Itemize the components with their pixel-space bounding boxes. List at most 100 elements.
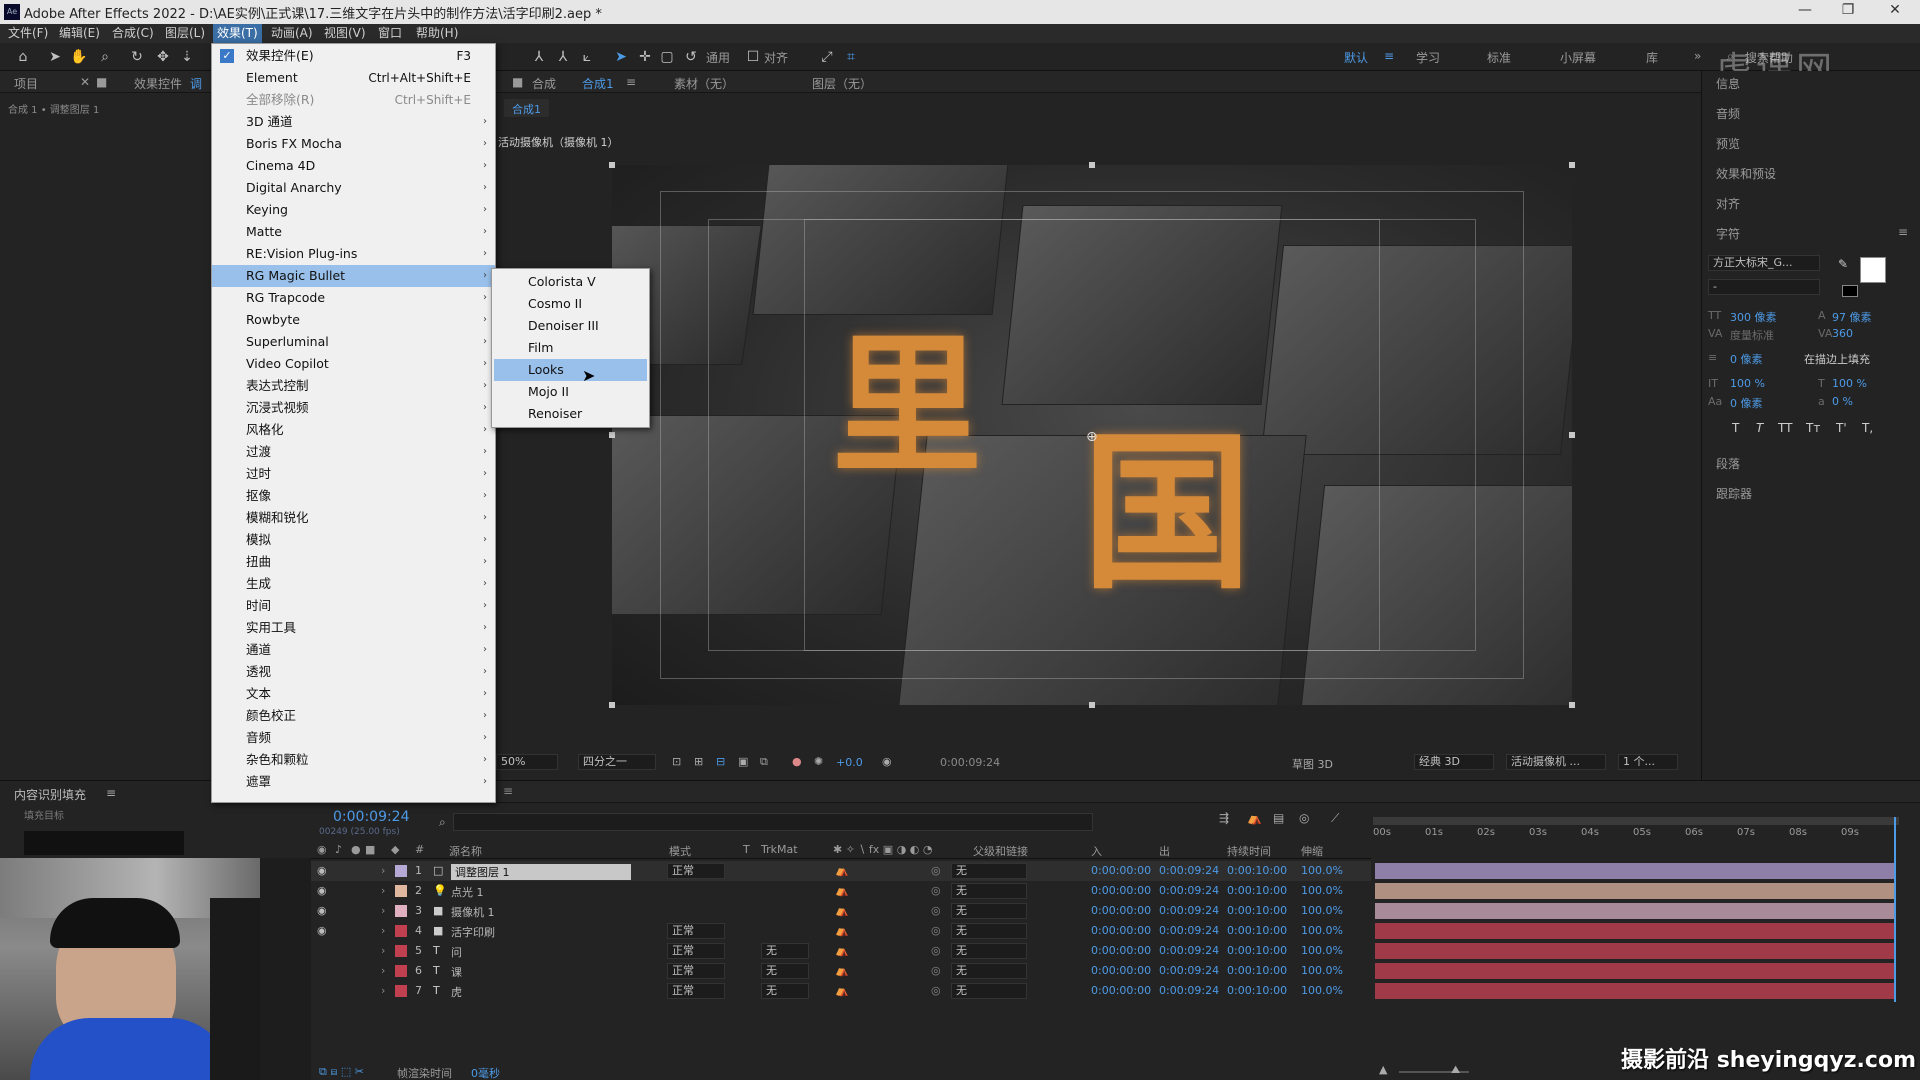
transform-handle[interactable] (609, 432, 615, 438)
style-superscript[interactable]: T' (1836, 421, 1847, 435)
panel-audio[interactable]: 音频 (1716, 105, 1740, 122)
font-family-dropdown[interactable]: 方正大标宋_G... (1708, 255, 1820, 271)
out-point[interactable]: 0:00:09:24 (1159, 984, 1219, 997)
color-management-icon[interactable]: ✺ (814, 755, 823, 768)
duration-value[interactable]: 0:00:10:00 (1227, 864, 1287, 877)
effect-menu-item[interactable]: Video Copilot › (212, 353, 495, 375)
effect-menu-item[interactable]: 扭曲 › (212, 551, 495, 573)
lock-icon[interactable]: ■ (512, 75, 523, 89)
shy-switch-icon[interactable]: ⛺ (835, 924, 849, 937)
layer-row[interactable]: ◉ › 3 ■ 摄像机 1 ⛺ ◎ 无 0:00:00:00 0:00:09:24 0:00:10:… (311, 901, 1371, 921)
effect-menu-item[interactable]: Boris FX Mocha › (212, 133, 495, 155)
effect-menu-item[interactable]: 透视 › (212, 661, 495, 683)
shy-switch-icon[interactable]: ⛺ (835, 864, 849, 877)
trkmat-dropdown[interactable]: 无 (761, 983, 809, 999)
expand-chevron-icon[interactable]: › (381, 984, 385, 997)
panel-tracker[interactable]: 跟踪器 (1716, 485, 1752, 502)
label-color-swatch[interactable] (395, 985, 407, 997)
workspace-default[interactable]: 默认 (1344, 49, 1368, 66)
panel-effects-presets[interactable]: 效果和预设 (1716, 165, 1776, 182)
label-color-swatch[interactable] (395, 905, 407, 917)
mode-dropdown[interactable]: 正常 (667, 963, 725, 979)
layer-search-input[interactable] (453, 813, 1093, 831)
duration-value[interactable]: 0:00:10:00 (1227, 984, 1287, 997)
menu-composition[interactable]: 合成(C) (108, 24, 158, 43)
effect-menu-item[interactable]: Superluminal › (212, 331, 495, 353)
effect-menu-item[interactable]: 颜色校正 › (212, 705, 495, 727)
zoom-dropdown[interactable]: 50% (496, 754, 558, 770)
pan-tool-icon[interactable]: ✥ (154, 48, 172, 66)
font-style-dropdown[interactable]: - (1708, 279, 1820, 295)
grid-icon[interactable]: ⌗ (842, 48, 860, 66)
effect-menu-item[interactable]: 抠像 › (212, 485, 495, 507)
submenu-item[interactable]: Film (494, 337, 647, 359)
layer-duration-bar[interactable] (1375, 883, 1895, 899)
timeline-current-time[interactable]: 0:00:09:24 (333, 809, 410, 825)
in-point[interactable]: 0:00:00:00 (1091, 944, 1151, 957)
stretch-value[interactable]: 100.0% (1301, 884, 1343, 897)
stretch-value[interactable]: 100.0% (1301, 984, 1343, 997)
transparency-grid-icon[interactable]: ⊞ (694, 755, 703, 768)
workspace-standard[interactable]: 标准 (1487, 49, 1511, 66)
effect-menu-item[interactable]: Cinema 4D › (212, 155, 495, 177)
out-point[interactable]: 0:00:09:24 (1159, 864, 1219, 877)
lock-icon[interactable]: ■ (96, 75, 107, 89)
style-faux-bold[interactable]: T (1732, 421, 1739, 435)
view-options-icon[interactable]: ⧉ (760, 755, 768, 769)
effect-menu-item[interactable]: 过时 › (212, 463, 495, 485)
eye-icon[interactable]: ◉ (317, 884, 327, 897)
effect-menu-item[interactable]: Rowbyte › (212, 309, 495, 331)
zoom-in-icon[interactable]: ⛰ (1451, 1063, 1460, 1077)
pickwhip-icon[interactable]: ◎ (931, 964, 941, 977)
mode-dropdown[interactable]: 正常 (667, 983, 725, 999)
duration-value[interactable]: 0:00:10:00 (1227, 884, 1287, 897)
pickwhip-icon[interactable]: ◎ (931, 904, 941, 917)
anchor-point-icon[interactable]: ⊕ (1086, 429, 1098, 445)
menu-layer[interactable]: 图层(L) (161, 24, 209, 43)
transform-handle[interactable] (1089, 702, 1095, 708)
horizontal-scale-value[interactable]: 100 % (1832, 377, 1867, 390)
composition-viewer[interactable]: 里 国 ⊕ (612, 165, 1572, 705)
panel-align[interactable]: 对齐 (1716, 195, 1740, 212)
effect-menu-item[interactable]: 风格化 › (212, 419, 495, 441)
effect-menu-item[interactable]: 沉浸式视频 › (212, 397, 495, 419)
effect-menu-item[interactable]: 文本 › (212, 683, 495, 705)
close-icon[interactable]: ✕ (80, 75, 90, 89)
expand-chevron-icon[interactable]: › (381, 964, 385, 977)
submenu-item[interactable]: Cosmo II (494, 293, 647, 315)
label-color-swatch[interactable] (395, 885, 407, 897)
dolly-tool-icon[interactable]: ⇣ (178, 48, 196, 66)
workspace-learn[interactable]: 学习 (1416, 49, 1440, 66)
shy-switch-icon[interactable]: ⛺ (835, 884, 849, 897)
snapshot-icon[interactable]: ◉ (882, 755, 892, 768)
layer-row[interactable]: ◉ › 2 💡 点光 1 ⛺ ◎ 无 0:00:00:00 0:00:09:24 0:00:10:0… (311, 881, 1371, 901)
eye-icon[interactable]: ◉ (317, 864, 327, 877)
in-point[interactable]: 0:00:00:00 (1091, 884, 1151, 897)
label-color-swatch[interactable] (395, 945, 407, 957)
menu-help[interactable]: 帮助(H) (412, 24, 462, 43)
submenu-item[interactable]: Colorista V (494, 271, 647, 293)
out-point[interactable]: 0:00:09:24 (1159, 904, 1219, 917)
menu-animation[interactable]: 动画(A) (267, 24, 317, 43)
vertical-scale-value[interactable]: 100 % (1730, 377, 1765, 390)
duration-value[interactable]: 0:00:10:00 (1227, 944, 1287, 957)
parent-dropdown[interactable]: 无 (951, 963, 1027, 979)
effect-menu-item[interactable]: 杂色和颗粒 › (212, 749, 495, 771)
pickwhip-icon[interactable]: ◎ (931, 944, 941, 957)
effect-menu-item[interactable]: Keying › (212, 199, 495, 221)
axis-world-icon[interactable]: ⅄ (554, 48, 572, 66)
workspace-library[interactable]: 库 (1646, 49, 1658, 66)
submenu-item[interactable]: Mojo II (494, 381, 647, 403)
tracking-value[interactable]: 360 (1832, 327, 1853, 340)
shy-layers-icon[interactable]: ⛺ (1247, 811, 1262, 825)
effect-menu-item[interactable]: Matte › (212, 221, 495, 243)
expand-chevron-icon[interactable]: › (381, 864, 385, 877)
layer-name[interactable]: 调整图层 1 (451, 864, 631, 880)
trkmat-dropdown[interactable]: 无 (761, 963, 809, 979)
minimize-button[interactable]: — (1795, 2, 1815, 18)
pickwhip-icon[interactable]: ◎ (931, 864, 941, 877)
stroke-mode-dropdown[interactable]: 在描边上填充 (1804, 351, 1870, 367)
work-area-bar[interactable] (1373, 817, 1899, 825)
transform-handle[interactable] (1569, 702, 1575, 708)
fill-color-swatch[interactable] (1860, 257, 1886, 283)
